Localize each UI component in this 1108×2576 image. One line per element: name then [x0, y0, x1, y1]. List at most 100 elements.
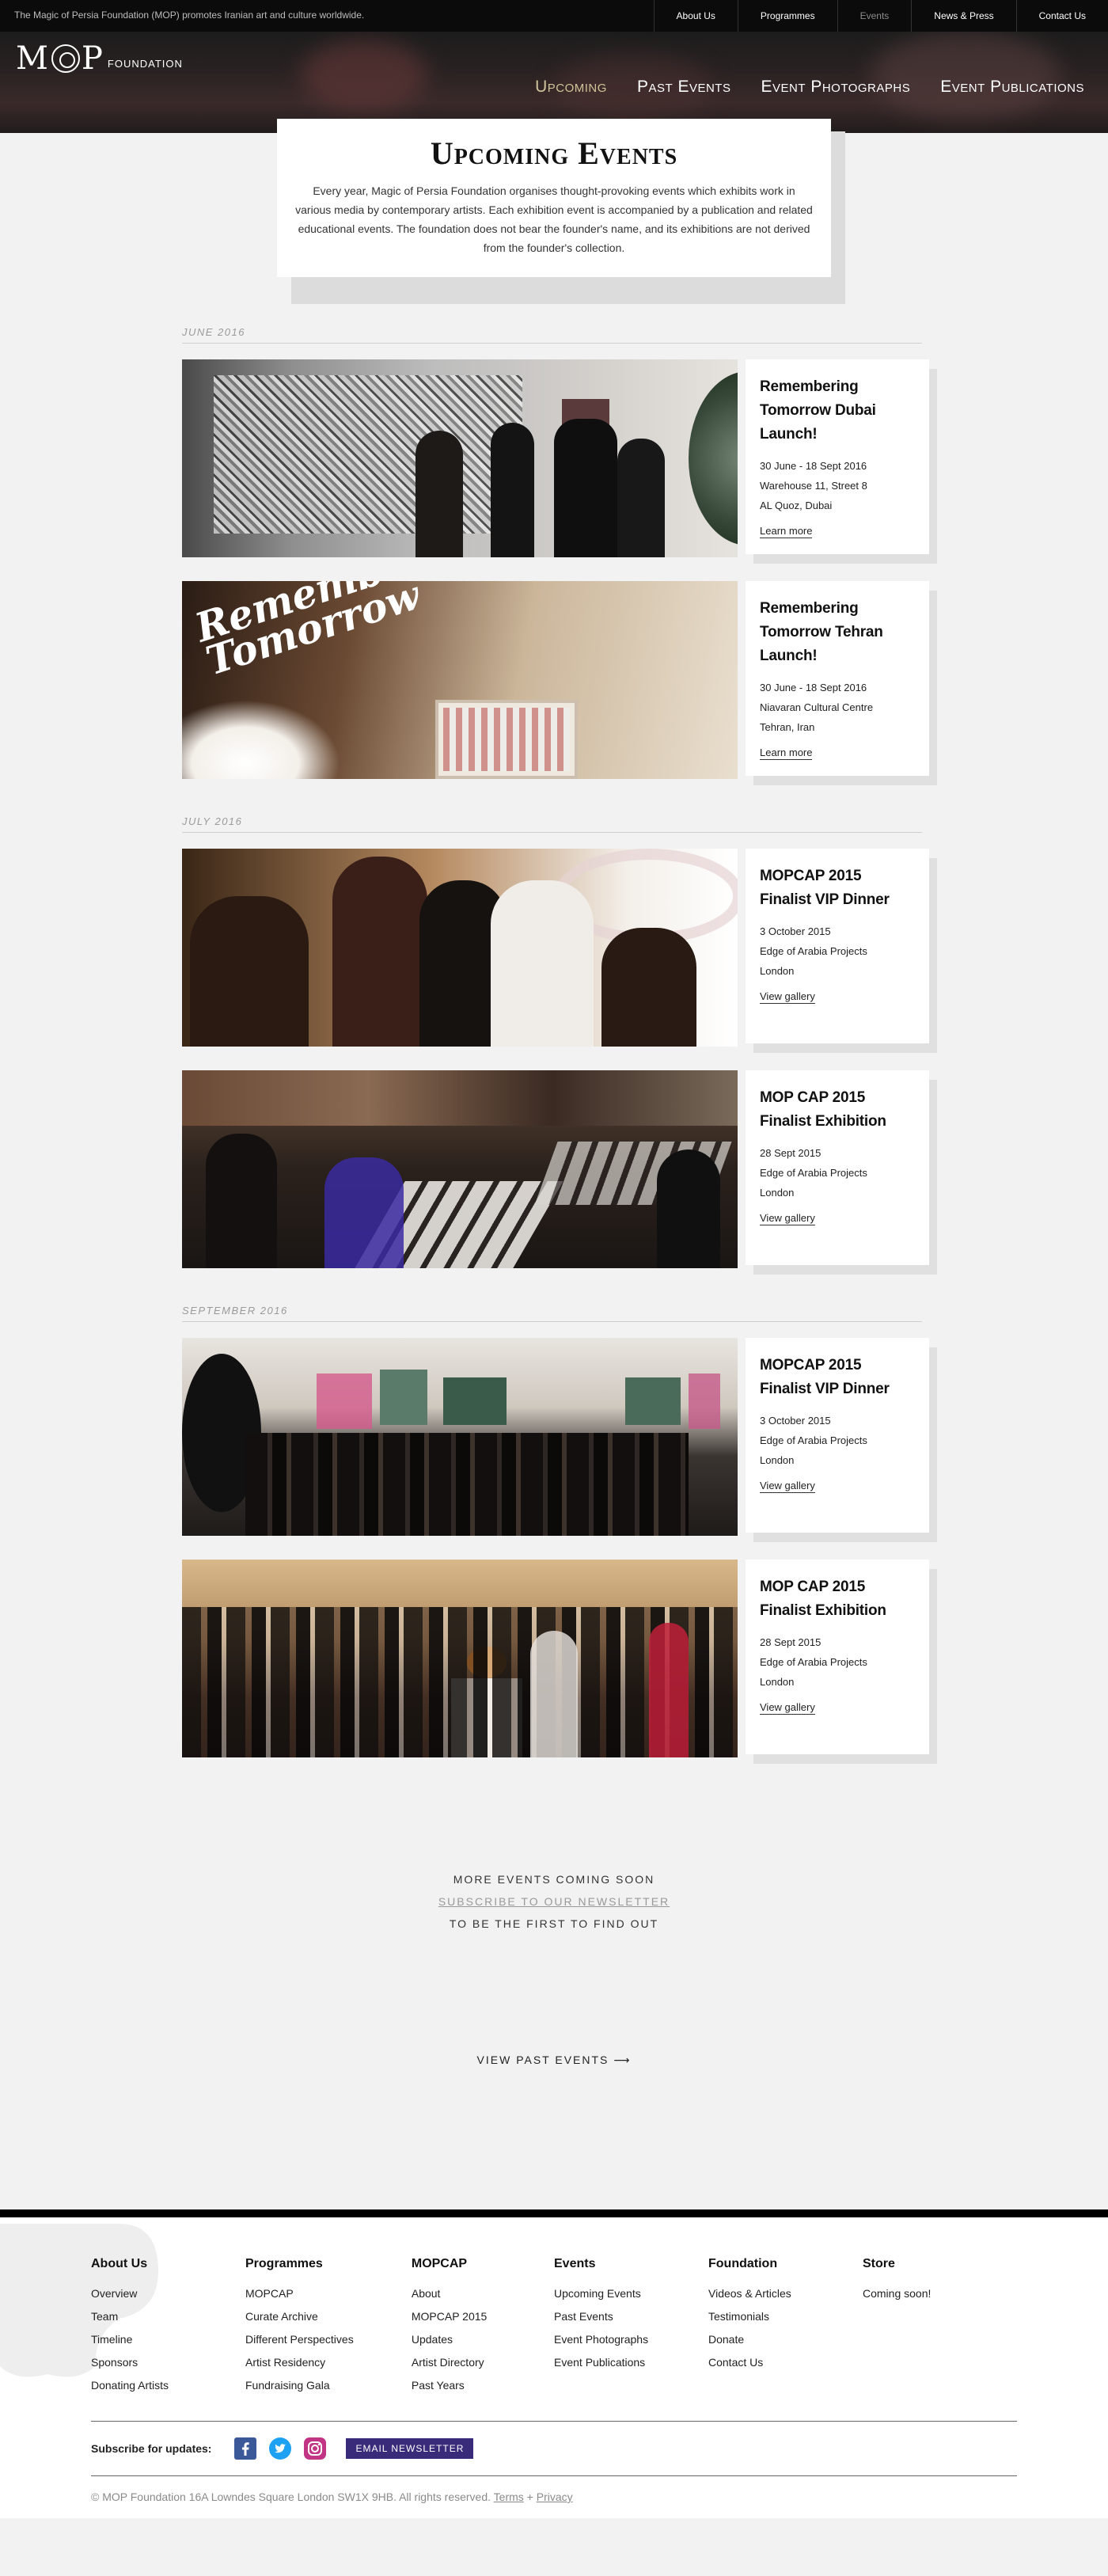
copyright-text: © MOP Foundation 16A Lowndes Square Lond…: [91, 2491, 491, 2503]
footer-link[interactable]: About: [412, 2282, 554, 2305]
footer-link[interactable]: Videos & Articles: [708, 2282, 863, 2305]
email-newsletter-button[interactable]: EMAIL NEWSLETTER: [346, 2438, 474, 2459]
subscribe-newsletter-link[interactable]: SUBSCRIBE TO OUR NEWSLETTER: [438, 1895, 670, 1908]
event-item: MOP CAP 2015 Finalist Exhibition 28 Sept…: [182, 1070, 937, 1275]
view-past-events-link[interactable]: VIEW PAST EVENTS ⟶: [476, 2054, 632, 2067]
event-photo[interactable]: [182, 1560, 738, 1757]
footer-col-about: About Us Overview Team Timeline Sponsors…: [91, 2257, 245, 2397]
terms-link[interactable]: Terms: [494, 2491, 524, 2503]
footer-link[interactable]: MOPCAP 2015: [412, 2305, 554, 2328]
site-logo[interactable]: MP FOUNDATION: [16, 43, 183, 74]
top-link-contact[interactable]: Contact Us: [1015, 0, 1108, 32]
logo-ring-icon: [51, 44, 80, 73]
footer-link[interactable]: Past Events: [554, 2305, 708, 2328]
footer-link[interactable]: Donate: [708, 2328, 863, 2351]
top-link-news[interactable]: News & Press: [911, 0, 1015, 32]
view-gallery-link[interactable]: View gallery: [760, 1480, 815, 1493]
nav-past-events[interactable]: Past Events: [637, 78, 731, 97]
subscribe-bar: Subscribe for updates: EMAIL NEWSLETTER: [91, 2421, 1017, 2476]
event-card: MOP CAP 2015 Finalist Exhibition 28 Sept…: [746, 1070, 929, 1265]
footer-link[interactable]: Artist Directory: [412, 2351, 554, 2374]
event-card: Remembering Tomorrow Tehran Launch! 30 J…: [746, 581, 929, 776]
event-location-line1: Edge of Arabia Projects: [760, 1656, 867, 1668]
footer-col-title: Events: [554, 2257, 596, 2270]
event-title: MOPCAP 2015 Finalist VIP Dinner: [760, 1357, 890, 1397]
top-link-programmes[interactable]: Programmes: [737, 0, 837, 32]
footer-link[interactable]: Updates: [412, 2328, 554, 2351]
event-location-line1: Niavaran Cultural Centre: [760, 701, 874, 713]
subscribe-label: Subscribe for updates:: [91, 2442, 212, 2455]
footer-link[interactable]: Overview: [91, 2282, 245, 2305]
event-photo[interactable]: [182, 1070, 738, 1268]
footer-col-foundation: Foundation Videos & Articles Testimonial…: [708, 2257, 863, 2397]
event-photo[interactable]: [182, 1338, 738, 1536]
footer-link[interactable]: Donating Artists: [91, 2374, 245, 2397]
site-tagline: The Magic of Persia Foundation (MOP) pro…: [14, 9, 365, 21]
event-date: 3 October 2015: [760, 925, 831, 937]
event-item: Remembering Tomorrow Remembering Tomorro…: [182, 581, 937, 785]
event-location-line2: London: [760, 965, 795, 977]
event-photo[interactable]: [182, 359, 738, 557]
footer-link[interactable]: Past Years: [412, 2374, 554, 2397]
event-location-line1: Edge of Arabia Projects: [760, 945, 867, 957]
footer-link[interactable]: Testimonials: [708, 2305, 863, 2328]
hero-bg-blob: [301, 40, 427, 111]
hero-header: MP FOUNDATION Upcoming Past Events Event…: [0, 32, 1108, 133]
footer-columns: About Us Overview Team Timeline Sponsors…: [91, 2257, 1017, 2397]
event-location-line1: Edge of Arabia Projects: [760, 1167, 867, 1179]
event-photo[interactable]: Remembering Tomorrow: [182, 581, 738, 779]
event-title: Remembering Tomorrow Dubai Launch!: [760, 378, 876, 443]
month-label: SEPTEMBER 2016: [182, 1305, 922, 1322]
footer-link[interactable]: Timeline: [91, 2328, 245, 2351]
top-link-about[interactable]: About Us: [653, 0, 738, 32]
twitter-icon[interactable]: [268, 2437, 292, 2460]
coming-soon-section: MORE EVENTS COMING SOON SUBSCRIBE TO OUR…: [0, 1868, 1108, 1935]
footer-link[interactable]: Event Publications: [554, 2351, 708, 2374]
nav-event-photographs[interactable]: Event Photographs: [761, 78, 910, 97]
footer-link[interactable]: Upcoming Events: [554, 2282, 708, 2305]
footer-link[interactable]: Curate Archive: [245, 2305, 412, 2328]
view-past-events-label: VIEW PAST EVENTS: [476, 2054, 609, 2066]
footer-link[interactable]: MOPCAP: [245, 2282, 412, 2305]
footer-link[interactable]: Artist Residency: [245, 2351, 412, 2374]
nav-event-publications[interactable]: Event Publications: [940, 78, 1084, 97]
learn-more-link[interactable]: Learn more: [760, 525, 813, 538]
view-gallery-link[interactable]: View gallery: [760, 1701, 815, 1715]
arrow-right-icon: ⟶: [613, 2054, 632, 2067]
month-section: JUNE 2016 Remembering Tomorrow Dubai Lau…: [182, 326, 937, 785]
privacy-link[interactable]: Privacy: [537, 2491, 573, 2503]
event-location-line2: London: [760, 1676, 795, 1688]
top-link-events[interactable]: Events: [837, 0, 912, 32]
events-list: JUNE 2016 Remembering Tomorrow Dubai Lau…: [182, 326, 937, 1764]
event-location-line2: Tehran, Iran: [760, 721, 815, 733]
footer-link[interactable]: Coming soon!: [863, 2282, 1017, 2305]
event-item: MOPCAP 2015 Finalist VIP Dinner 3 Octobe…: [182, 1338, 937, 1542]
footer-link[interactable]: Contact Us: [708, 2351, 863, 2374]
event-title: MOP CAP 2015 Finalist Exhibition: [760, 1579, 886, 1619]
footer-col-programmes: Programmes MOPCAP Curate Archive Differe…: [245, 2257, 412, 2397]
nav-upcoming[interactable]: Upcoming: [535, 78, 607, 97]
view-past-events: VIEW PAST EVENTS ⟶: [0, 2054, 1108, 2067]
view-gallery-link[interactable]: View gallery: [760, 990, 815, 1004]
month-section: JULY 2016 MOPCAP 2015 Finalist VIP Dinne…: [182, 815, 937, 1275]
footer-link[interactable]: Sponsors: [91, 2351, 245, 2374]
instagram-icon[interactable]: [303, 2437, 327, 2460]
event-card: MOPCAP 2015 Finalist VIP Dinner 3 Octobe…: [746, 849, 929, 1043]
footer-col-title: Store: [863, 2257, 895, 2270]
link-separator: +: [526, 2491, 533, 2503]
footer-col-title: About Us: [91, 2257, 148, 2270]
event-location-line2: London: [760, 1454, 795, 1466]
learn-more-link[interactable]: Learn more: [760, 747, 813, 760]
footer-link[interactable]: Team: [91, 2305, 245, 2328]
footer-col-title: Programmes: [245, 2257, 323, 2270]
event-photo[interactable]: [182, 849, 738, 1047]
footer-link[interactable]: Fundraising Gala: [245, 2374, 412, 2397]
footer-link[interactable]: Different Perspectives: [245, 2328, 412, 2351]
view-gallery-link[interactable]: View gallery: [760, 1212, 815, 1225]
logo-foundation-text: FOUNDATION: [107, 58, 183, 70]
event-title: Remembering Tomorrow Tehran Launch!: [760, 600, 883, 664]
facebook-icon[interactable]: [233, 2437, 257, 2460]
footer-col-title: Foundation: [708, 2257, 778, 2270]
event-card: Remembering Tomorrow Dubai Launch! 30 Ju…: [746, 359, 929, 554]
footer-link[interactable]: Event Photographs: [554, 2328, 708, 2351]
